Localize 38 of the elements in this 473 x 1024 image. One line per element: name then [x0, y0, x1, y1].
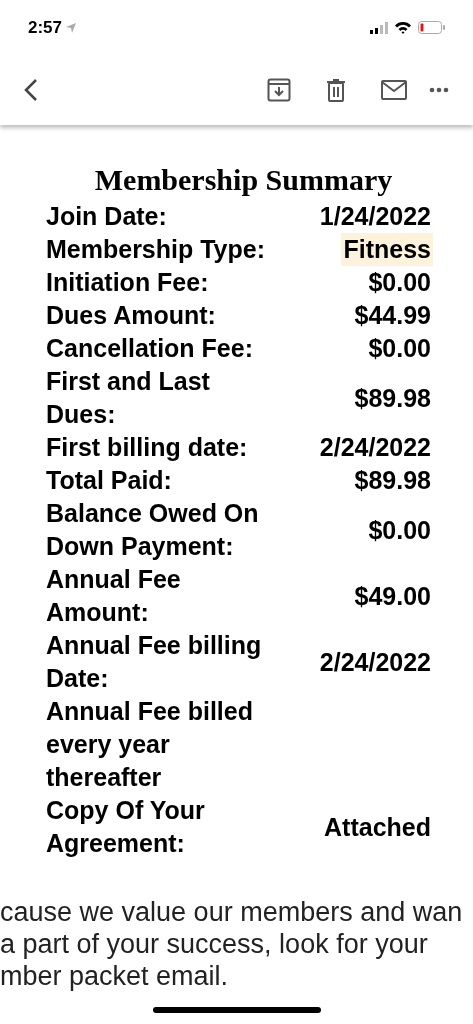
field-value: 2/24/2022 — [318, 432, 432, 463]
field-label: Annual Fee billed every year thereafter — [46, 696, 254, 793]
field-value: 2/24/2022 — [318, 646, 432, 678]
field-label: Annual Fee Amount: — [46, 564, 182, 628]
field-label: Initiation Fee: — [46, 267, 210, 298]
body-text-line: mber packet email. — [0, 960, 230, 992]
body-text-line: cause we value our members and wan — [0, 896, 464, 928]
field-value: $0.00 — [367, 267, 432, 298]
trash-button[interactable] — [326, 78, 346, 102]
field-label: Total Paid: — [46, 465, 173, 496]
field-label: First and Last Dues: — [46, 366, 211, 430]
field-value: $0.00 — [367, 514, 432, 546]
status-time: 2:57 — [28, 16, 63, 39]
summary-title: Membership Summary — [93, 162, 394, 198]
more-button[interactable] — [429, 87, 449, 93]
field-label: Balance Owed On Down Payment: — [46, 498, 260, 562]
field-label: Join Date: — [46, 201, 168, 232]
location-arrow-icon — [66, 22, 77, 33]
field-value: $89.98 — [353, 465, 432, 496]
field-value: Fitness — [341, 233, 433, 266]
field-value: Attached — [323, 811, 432, 843]
field-label: Copy Of Your Agreement: — [46, 795, 206, 859]
field-label: Cancellation Fee: — [46, 333, 254, 364]
field-value: 1/24/2022 — [318, 201, 432, 232]
field-label: Membership Type: — [46, 234, 267, 265]
field-label: Annual Fee billing Date: — [46, 630, 263, 694]
battery-icon — [418, 21, 445, 34]
field-value: $49.00 — [353, 580, 432, 612]
field-label: First billing date: — [46, 432, 249, 463]
field-value: $0.00 — [367, 333, 432, 364]
field-label: Dues Amount: — [46, 300, 217, 331]
body-text-line: a part of your success, look for your — [0, 928, 429, 960]
field-value: $44.99 — [353, 300, 432, 331]
signal-icon — [370, 21, 388, 34]
mail-button[interactable] — [381, 80, 407, 100]
archive-button[interactable] — [267, 78, 291, 102]
wifi-icon — [394, 21, 412, 34]
field-value: $89.98 — [353, 382, 432, 414]
